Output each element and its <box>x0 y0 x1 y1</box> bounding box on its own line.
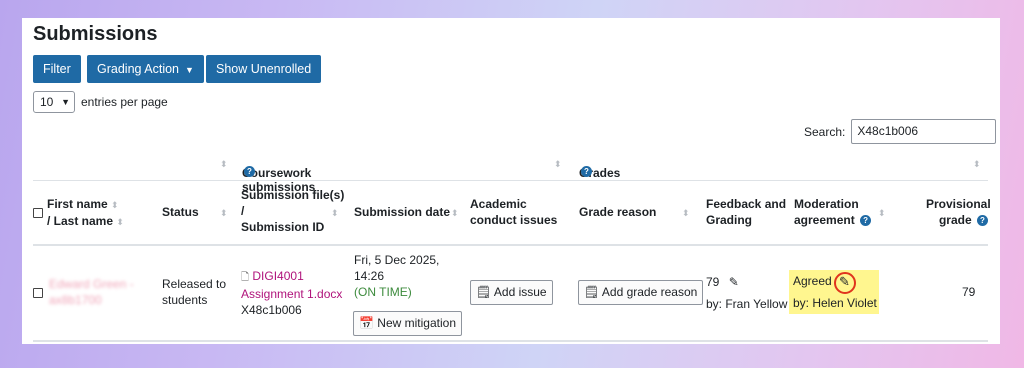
sort-arrows-icon[interactable]: ⬍ <box>116 217 124 227</box>
submission-file-column-header[interactable]: Submission file(s) / Submission ID <box>241 187 344 235</box>
status-column-header[interactable]: Status <box>162 204 199 220</box>
new-mitigation-button[interactable]: 📅 New mitigation <box>353 311 462 336</box>
help-icon[interactable]: ? <box>244 166 255 177</box>
sort-arrows-icon[interactable]: ⬍ <box>331 204 339 221</box>
entries-label: entries per page <box>81 95 168 109</box>
student-name-line-2: ax8b1700 <box>49 293 102 307</box>
entries-value: 10 <box>40 95 54 109</box>
sort-arrows-icon[interactable]: ⬍ <box>220 204 228 221</box>
entries-select[interactable]: 10 ▼ <box>33 91 75 113</box>
feedback-label-1: Feedback and <box>706 197 787 211</box>
submissions-panel: Submissions Filter Grading Action ▼ Show … <box>22 18 1000 344</box>
file-name-line-2: Assignment 1.docx <box>241 287 343 301</box>
page-title: Submissions <box>33 23 158 45</box>
moderation-label-1: Moderation <box>794 197 859 211</box>
status-line-1: Released to <box>162 277 227 291</box>
show-unenrolled-label: Show Unenrolled <box>216 62 312 76</box>
submission-id-label: Submission ID <box>241 220 325 234</box>
select-all-checkbox[interactable] <box>33 204 43 220</box>
calendar-icon: 📅 <box>359 316 374 330</box>
add-grade-reason-button[interactable]: 🗒 Add grade reason <box>578 280 704 305</box>
grade-reason-column-header[interactable]: Grade reason <box>579 204 656 220</box>
provisional-label-2: grade <box>938 213 972 227</box>
moderation-by: by: Helen Violet <box>793 296 877 310</box>
grading-action-button[interactable]: Grading Action ▼ <box>87 55 204 83</box>
file-icon: 🗋 <box>241 272 250 283</box>
academic-label-1: Academic <box>470 197 527 211</box>
help-icon[interactable]: ? <box>581 166 592 177</box>
sort-arrows-icon[interactable]: ⬍ <box>554 159 562 170</box>
filter-button[interactable]: Filter <box>33 55 81 83</box>
on-time-label: (ON TIME) <box>354 285 412 299</box>
provisional-grade-value: 79 <box>962 285 976 299</box>
grading-action-label: Grading Action <box>97 62 179 76</box>
filter-label: Filter <box>43 62 71 76</box>
group-header-row: ⬍ Coursework submissions ? ⬍ Grades ? ⬍ <box>33 152 988 194</box>
name-column-header[interactable]: First name ⬍ / Last name ⬍ <box>47 196 124 230</box>
sort-arrows-icon[interactable]: ⬍ <box>973 159 981 170</box>
chevron-down-icon: ▼ <box>61 97 70 107</box>
submission-file-link[interactable]: 🗋 DIGI4001 Assignment 1.docx <box>241 269 342 301</box>
student-name[interactable]: Edward Green - ax8b1700 <box>49 276 134 308</box>
submission-id-value: X48c1b006 <box>241 303 302 317</box>
grade-value: 79 <box>706 275 720 289</box>
help-icon[interactable]: ? <box>977 215 988 227</box>
feedback-label-2: Grading <box>706 213 753 227</box>
table-bottom-border <box>33 340 988 342</box>
sort-arrows-icon[interactable]: ⬍ <box>220 159 228 170</box>
search-label: Search: <box>804 124 846 139</box>
submission-file-label: Submission file(s) <box>241 188 345 202</box>
feedback-by-label: by: Fran Yellow <box>706 297 788 311</box>
sort-arrows-icon[interactable]: ⬍ <box>682 204 690 221</box>
file-name-line-1: DIGI4001 <box>252 269 304 283</box>
caret-down-icon: ▼ <box>185 65 194 75</box>
row-checkbox[interactable] <box>33 284 43 300</box>
moderation-column-header[interactable]: Moderation agreement ? <box>794 196 872 228</box>
sort-arrows-icon[interactable]: ⬍ <box>111 200 119 210</box>
note-edit-icon: 🗒 <box>476 285 492 299</box>
add-issue-button[interactable]: 🗒 Add issue <box>470 280 553 305</box>
pencil-icon[interactable]: ✎ <box>729 275 739 289</box>
search-input[interactable]: X48c1b006 <box>851 119 997 144</box>
add-issue-label: Add issue <box>493 285 547 299</box>
academic-conduct-column-header: Academic conduct issues <box>470 196 557 228</box>
sort-arrows-icon[interactable]: ⬍ <box>878 204 886 221</box>
search-box: Search: X48c1b006 <box>804 119 997 144</box>
academic-label-2: conduct issues <box>470 213 558 227</box>
provisional-grade-column-header: Provisional grade ? <box>926 196 991 228</box>
moderation-label-2: agreement <box>794 213 855 227</box>
slash-label: / <box>241 204 245 218</box>
sort-arrows-icon[interactable]: ⬍ <box>451 204 459 221</box>
new-mitigation-label: New mitigation <box>377 316 456 330</box>
feedback-grading-cell: 79 ✎ by: Fran Yellow <box>706 274 787 312</box>
student-name-line-1: Edward Green - <box>49 277 134 291</box>
grade-reason-label: Grade reason <box>579 205 657 219</box>
submission-date-column-header[interactable]: Submission date <box>354 204 450 220</box>
first-name-label: First name <box>47 197 108 211</box>
add-grade-reason-label: Add grade reason <box>601 285 698 299</box>
help-icon[interactable]: ? <box>860 215 872 227</box>
date-line-1: Fri, 5 Dec 2025, <box>354 253 440 267</box>
entries-control: 10 ▼ entries per page <box>33 91 168 113</box>
status-line-2: students <box>162 293 208 307</box>
note-edit-icon: 🗒 <box>584 285 600 299</box>
submission-date-label: Submission date <box>354 205 451 219</box>
feedback-grading-column-header: Feedback and Grading <box>706 196 786 228</box>
status-header-label: Status <box>162 205 199 219</box>
provisional-label-1: Provisional <box>926 197 991 211</box>
annotation-ring <box>834 272 856 294</box>
last-name-label: / Last name <box>47 214 114 228</box>
submission-date-cell: Fri, 5 Dec 2025, 14:26 (ON TIME) <box>354 252 439 300</box>
date-line-2: 14:26 <box>354 269 385 283</box>
moderation-status: Agreed <box>793 274 832 288</box>
submission-file-cell: 🗋 DIGI4001 Assignment 1.docx X48c1b006 <box>241 268 342 318</box>
status-cell: Released to students <box>162 276 226 308</box>
show-unenrolled-button[interactable]: Show Unenrolled <box>206 55 322 83</box>
column-header-row: First name ⬍ / Last name ⬍ Status ⬍ Subm… <box>33 180 991 246</box>
